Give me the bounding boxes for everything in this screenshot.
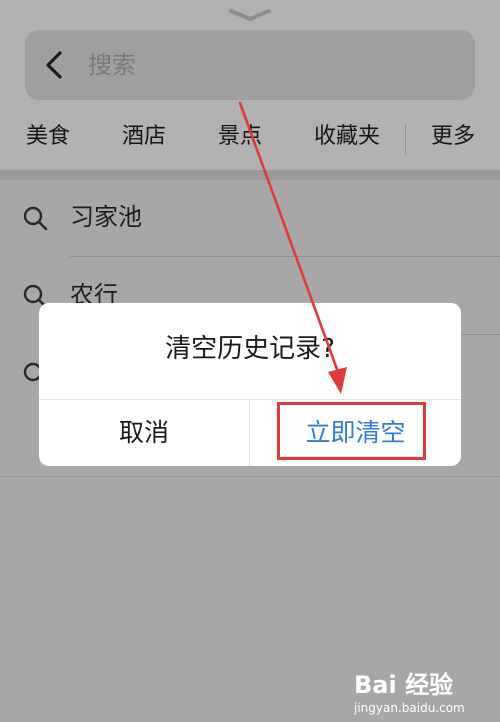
annotation-highlight-box	[277, 402, 426, 460]
back-icon[interactable]	[40, 48, 70, 82]
cancel-button[interactable]: 取消	[39, 400, 249, 466]
category-divider	[405, 124, 406, 154]
category-favorites[interactable]: 收藏夹	[314, 120, 380, 154]
watermark-url: jingyan.baidu.com	[354, 701, 465, 715]
search-icon	[23, 206, 48, 231]
chevron-down-icon[interactable]	[228, 8, 272, 22]
dialog-message: 清空历史记录?	[165, 334, 335, 364]
search-input[interactable]: 搜索	[88, 48, 136, 82]
category-scenic[interactable]: 景点	[218, 120, 262, 154]
category-more[interactable]: 更多	[431, 120, 475, 154]
map-search-screen: 搜索 美食 酒店 景点 收藏夹 更多 习家池 农行 清空历史记录? 取消 立即清…	[0, 0, 500, 722]
watermark-brand: Bai 经验	[354, 671, 454, 699]
category-food[interactable]: 美食	[26, 120, 70, 154]
baidu-jingyan-watermark: Bai 经验 jingyan.baidu.com	[354, 670, 494, 718]
history-item[interactable]: 习家池	[0, 180, 500, 258]
category-hotel[interactable]: 酒店	[122, 120, 166, 154]
section-divider	[0, 170, 500, 180]
list-bottom-border	[0, 476, 500, 477]
history-item-label: 习家池	[70, 203, 142, 231]
